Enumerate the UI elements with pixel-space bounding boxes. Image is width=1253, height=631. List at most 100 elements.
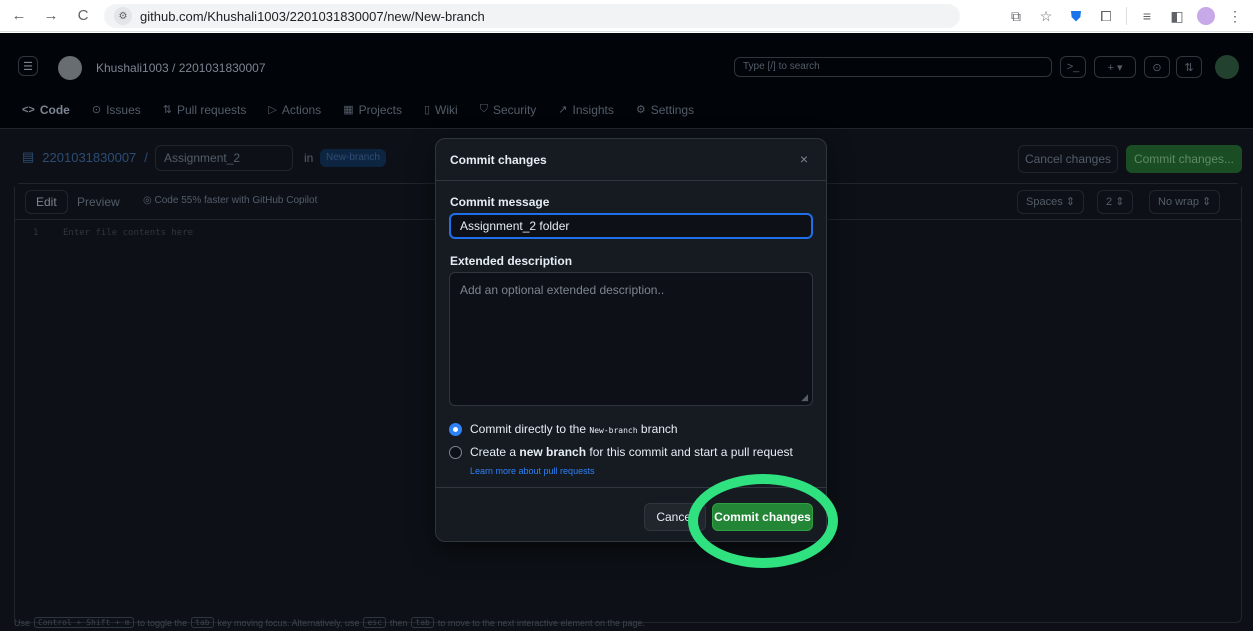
extension-shield-icon[interactable]: ⛊ bbox=[1066, 6, 1086, 26]
play-icon: ▷ bbox=[268, 104, 277, 116]
repo-nav: <> Code ⊙ Issues ⇅ Pull requests ▷ Actions ▦… bbox=[0, 91, 1253, 129]
edit-tab[interactable]: Edit bbox=[25, 190, 68, 214]
wrap-mode-value: No wrap bbox=[1158, 196, 1199, 208]
branch-name: New-branch bbox=[589, 426, 638, 435]
address-bar[interactable]: ⚙ github.com/Khushali1003/2201031830007/… bbox=[104, 4, 960, 28]
option-text: Commit directly to the bbox=[470, 422, 587, 436]
hint-text: key moving focus. Alternatively, use bbox=[217, 617, 360, 628]
tab-insights[interactable]: ↗ Insights bbox=[558, 103, 614, 117]
resize-handle-icon[interactable]: ◢ bbox=[801, 392, 808, 403]
indent-mode-value: Spaces bbox=[1026, 196, 1063, 208]
hint-kbd: tab bbox=[191, 617, 214, 628]
command-palette-icon[interactable]: >_ bbox=[1060, 56, 1086, 78]
back-icon[interactable]: ← bbox=[6, 3, 32, 29]
user-avatar[interactable] bbox=[1215, 55, 1239, 79]
wrap-mode-select[interactable]: No wrap ⇕ bbox=[1149, 190, 1221, 214]
extensions-puzzle-icon[interactable]: ⧠ bbox=[1096, 6, 1116, 26]
commit-changes-button[interactable]: Commit changes bbox=[712, 503, 813, 531]
copilot-text: Code 55% faster with GitHub Copilot bbox=[154, 195, 318, 206]
tab-actions[interactable]: ▷ Actions bbox=[268, 103, 321, 117]
tab-wiki[interactable]: ▯ Wiki bbox=[424, 103, 458, 117]
hint-kbd: tab bbox=[411, 617, 434, 628]
extended-description-label: Extended description bbox=[450, 254, 573, 268]
tab-security[interactable]: ⛉ Security bbox=[480, 103, 537, 117]
cancel-changes-button[interactable]: Cancel changes bbox=[1018, 145, 1118, 173]
hint-text: to move to the next interactive element … bbox=[437, 617, 646, 628]
cast-icon[interactable]: ⧉ bbox=[1006, 6, 1026, 26]
browser-toolbar: ← → C ⚙ github.com/Khushali1003/22010318… bbox=[0, 0, 1253, 32]
dialog-title: Commit changes bbox=[450, 153, 547, 167]
repo-breadcrumb[interactable]: Khushali1003 / 2201031830007 bbox=[96, 61, 266, 75]
side-panel-icon[interactable]: ◧ bbox=[1167, 6, 1187, 26]
indent-size-select[interactable]: 2 ⇕ bbox=[1097, 190, 1134, 214]
repo-link[interactable]: 2201031830007 bbox=[42, 150, 136, 165]
file-path: ▤ 2201031830007 / bbox=[22, 149, 148, 165]
issue-icon: ⊙ bbox=[91, 104, 102, 116]
filename-input[interactable]: Assignment_2 bbox=[155, 145, 293, 171]
hint-kbd: Control + Shift + m bbox=[34, 617, 134, 628]
tab-pull-requests[interactable]: ⇅ Pull requests bbox=[163, 103, 247, 117]
path-separator: / bbox=[144, 149, 148, 165]
tab-label: Pull requests bbox=[176, 102, 247, 117]
tab-code[interactable]: <> Code bbox=[22, 103, 70, 117]
dialog-header: Commit changes × bbox=[436, 139, 826, 181]
shield-icon: ⛉ bbox=[479, 103, 488, 115]
pull-requests-icon[interactable]: ⇅ bbox=[1176, 56, 1202, 78]
select-arrow-icon: ⇕ bbox=[1202, 196, 1212, 208]
option-text: branch bbox=[640, 422, 678, 436]
browser-menu-icon[interactable]: ⋮ bbox=[1225, 6, 1245, 26]
commit-message-input[interactable]: Assignment_2 folder bbox=[449, 213, 813, 239]
branch-chip[interactable]: New-branch bbox=[320, 149, 386, 167]
issues-icon[interactable]: ⊙ bbox=[1144, 56, 1170, 78]
select-arrow-icon: ⇕ bbox=[1065, 196, 1075, 208]
bookmark-star-icon[interactable]: ☆ bbox=[1036, 6, 1056, 26]
tab-issues[interactable]: ⊙ Issues bbox=[92, 103, 141, 117]
file-tree-icon[interactable]: ▤ bbox=[22, 149, 34, 165]
indent-mode-select[interactable]: Spaces ⇕ bbox=[1017, 190, 1084, 214]
tab-label: Security bbox=[492, 102, 537, 117]
option-label: Commit directly to the New-branch branch bbox=[470, 422, 678, 436]
learn-more-link[interactable]: Learn more about pull requests bbox=[470, 466, 595, 476]
tab-settings[interactable]: ⚙ Settings bbox=[636, 103, 694, 117]
gear-icon: ⚙ bbox=[635, 104, 646, 116]
option-bold-text: new branch bbox=[519, 445, 587, 459]
url-text[interactable]: github.com/Khushali1003/2201031830007/ne… bbox=[140, 9, 485, 24]
site-settings-icon[interactable]: ⚙ bbox=[114, 7, 132, 25]
browser-actions: ⧉ ☆ ⛊ ⧠ ≡ ◧ ⋮ bbox=[1006, 4, 1245, 28]
cancel-button[interactable]: Cancel bbox=[644, 503, 706, 531]
editor-placeholder[interactable]: Enter file contents here bbox=[63, 228, 193, 238]
table-icon: ▦ bbox=[343, 104, 354, 116]
keyboard-hint: Use Control + Shift + m to toggle the ta… bbox=[14, 617, 1014, 628]
tab-label: Code bbox=[39, 102, 70, 117]
tab-label: Actions bbox=[281, 102, 322, 117]
tab-label: Insights bbox=[572, 102, 614, 117]
search-input[interactable]: Type [/] to search bbox=[734, 57, 1052, 77]
new-branch-option[interactable]: Create a new branch for this commit and … bbox=[449, 445, 793, 459]
option-text: for this commit and start a pull request bbox=[589, 445, 793, 459]
close-icon[interactable]: × bbox=[794, 149, 814, 169]
radio-checked[interactable] bbox=[449, 422, 462, 436]
commit-dialog: Commit changes × Commit message Assignme… bbox=[435, 138, 827, 542]
commit-changes-top-button[interactable]: Commit changes... bbox=[1126, 145, 1242, 173]
toolbar-divider bbox=[1126, 7, 1127, 25]
profile-avatar-icon[interactable] bbox=[1197, 7, 1215, 25]
preview-tab[interactable]: Preview bbox=[77, 195, 120, 209]
tab-projects[interactable]: ▦ Projects bbox=[343, 103, 402, 117]
github-logo-icon[interactable] bbox=[58, 56, 82, 80]
option-label: Create a new branch for this commit and … bbox=[470, 445, 793, 459]
option-text: Create a bbox=[470, 445, 517, 459]
copilot-promo[interactable]: ◎ Code 55% faster with GitHub Copilot bbox=[143, 195, 317, 206]
extended-description-textarea[interactable]: Add an optional extended description.. ◢ bbox=[449, 272, 813, 406]
hint-text: to toggle the bbox=[137, 617, 188, 628]
commit-directly-option[interactable]: Commit directly to the New-branch branch bbox=[449, 422, 678, 436]
hamburger-menu-icon[interactable]: ☰ bbox=[18, 56, 38, 76]
hint-text: then bbox=[389, 617, 408, 628]
select-arrow-icon: ⇕ bbox=[1115, 196, 1125, 208]
radio-unchecked[interactable] bbox=[449, 445, 462, 459]
forward-icon[interactable]: → bbox=[38, 3, 64, 29]
reload-icon[interactable]: C bbox=[70, 3, 96, 29]
reading-list-icon[interactable]: ≡ bbox=[1137, 6, 1157, 26]
line-number: 1 bbox=[33, 228, 39, 238]
create-new-button[interactable]: + ▾ bbox=[1094, 56, 1136, 78]
tab-label: Projects bbox=[358, 102, 402, 117]
